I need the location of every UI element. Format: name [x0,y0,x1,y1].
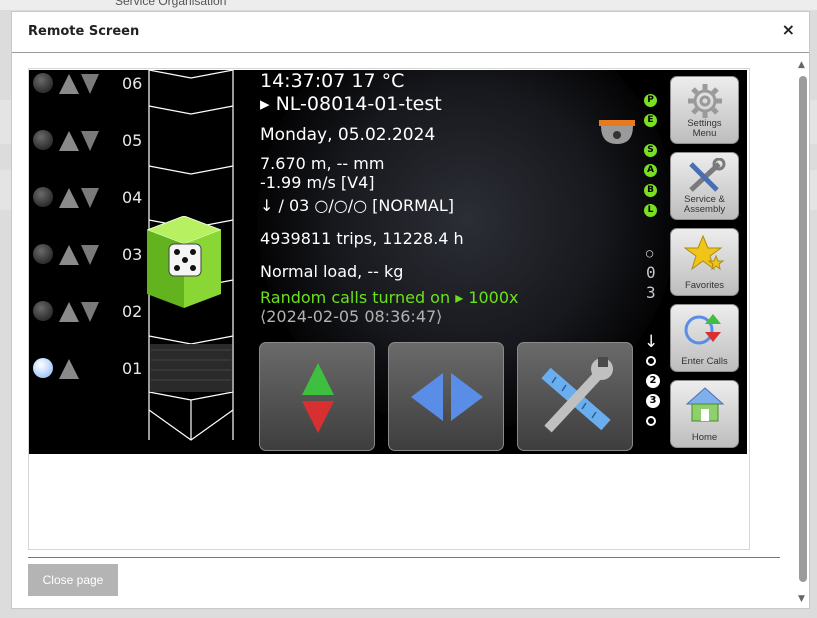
home-label: Home [691,432,718,443]
floor-number: 06 [122,74,143,93]
status-e-indicator: E [644,114,657,127]
home-button[interactable]: Home [670,380,739,448]
status-p-indicator: P [644,94,657,107]
status-a-indicator: A [644,164,657,177]
up-down-button[interactable] [259,342,375,451]
up-down-call-icon[interactable] [57,243,101,269]
close-page-button[interactable]: Close page [28,564,118,596]
floor-indicator-light [33,187,53,207]
floor-row-03[interactable]: 03 [29,237,159,273]
call-direction-arrow: ↓ [644,332,659,352]
down-arrow-icon [81,74,99,94]
up-call-icon[interactable] [57,357,101,383]
trips-label: 4939811 trips, 11228.4 h [260,229,464,248]
call-slot-4 [646,416,656,426]
down-arrow-icon [81,188,99,208]
down-arrow-icon [81,131,99,151]
down-arrow-icon [81,245,99,265]
floor-row-02[interactable]: 02 [29,294,159,330]
floor-indicator-light [33,358,53,378]
floor-row-05[interactable]: 05 [29,123,159,159]
up-down-call-icon[interactable] [57,300,101,326]
enter-calls-button[interactable]: Enter Calls [670,304,739,372]
load-label: Normal load, -- kg [260,262,404,281]
camera-icon [599,120,635,144]
speed-label: -1.99 m/s [V4] [260,173,375,192]
settings-label-2: Menu [692,128,717,139]
tools-icon [688,158,725,192]
random-calls-label: Random calls turned on ▸ 1000x [260,288,519,307]
floor-row-01[interactable]: 01 [29,351,159,387]
floor-indicator-light [33,130,53,150]
home-icon [685,387,724,422]
close-icon[interactable]: × [782,20,795,39]
up-down-arrows-icon [302,363,334,433]
enter-calls-label: Enter Calls [681,356,728,367]
up-arrow-icon [59,302,79,322]
floor-indicator-light [33,301,53,321]
device-id: ▸ NL-08014-01-test [260,93,442,115]
up-arrow-icon [59,359,79,379]
scroll-thumb[interactable] [799,76,807,582]
time-temperature: 14:37:07 17 °C [260,70,405,92]
floor-row-04[interactable]: 04 [29,180,159,216]
favorites-button[interactable]: Favorites [670,228,739,296]
call-slot-2: 2 [646,374,660,388]
vertical-scrollbar[interactable]: ▲ ▼ [797,58,809,606]
floor-number: 05 [122,131,143,150]
floor-indicator-light [33,244,53,264]
status-line: ↓ / 03 ○/○/○ [NORMAL] [260,196,454,215]
lift-car-icon [147,216,221,308]
floor-indicator-light [33,73,53,93]
title-divider [12,52,809,53]
remote-screen-display[interactable]: 06 05 04 03 02 01 14:37:07 17 °C ▸ NL-08… [29,70,747,454]
date-label: Monday, 05.02.2024 [260,125,436,145]
up-arrow-icon [59,131,79,151]
settings-menu-button[interactable]: Settings Menu [670,76,739,144]
status-s-indicator: S [644,144,657,157]
left-right-button[interactable] [388,342,504,451]
background-label: Service Organisation [115,0,227,8]
floor-number: 03 [122,245,143,264]
scroll-up-icon[interactable]: ▲ [798,60,805,70]
status-l-indicator: L [644,204,657,217]
star-icon [682,234,724,271]
service-label-2: Assembly [683,204,726,215]
status-b-indicator: B [644,184,657,197]
service-assembly-button[interactable]: Service & Assembly [670,152,739,220]
tools-icon [541,357,613,433]
door-indicator-2: 0 [646,263,656,282]
door-indicator-1: ○ [646,246,654,260]
up-down-call-icon[interactable] [57,129,101,155]
position-label: 7.670 m, -- mm [260,154,385,173]
favorites-label: Favorites [684,280,725,291]
tools-button[interactable] [517,342,633,451]
call-slot-1 [646,356,656,366]
scroll-down-icon[interactable]: ▼ [798,594,805,604]
door-indicator-3: 3 [646,283,656,302]
gear-icon [687,84,722,118]
up-down-call-icon[interactable] [57,72,101,98]
timestamp-label: ⟨2024-02-05 08:36:47⟩ [260,307,443,326]
up-arrow-icon [59,245,79,265]
modal-title: Remote Screen [28,24,140,39]
footer-divider [28,557,780,558]
up-arrow-icon [59,74,79,94]
floor-number: 02 [122,302,143,321]
enter-calls-icon [684,314,721,345]
up-down-call-icon[interactable] [57,186,101,212]
floor-number: 01 [122,359,143,378]
call-slot-3: 3 [646,394,660,408]
down-arrow-icon [81,302,99,322]
left-right-arrows-icon [411,373,483,421]
floor-number: 04 [122,188,143,207]
floor-row-06[interactable]: 06 [29,70,159,102]
up-arrow-icon [59,188,79,208]
